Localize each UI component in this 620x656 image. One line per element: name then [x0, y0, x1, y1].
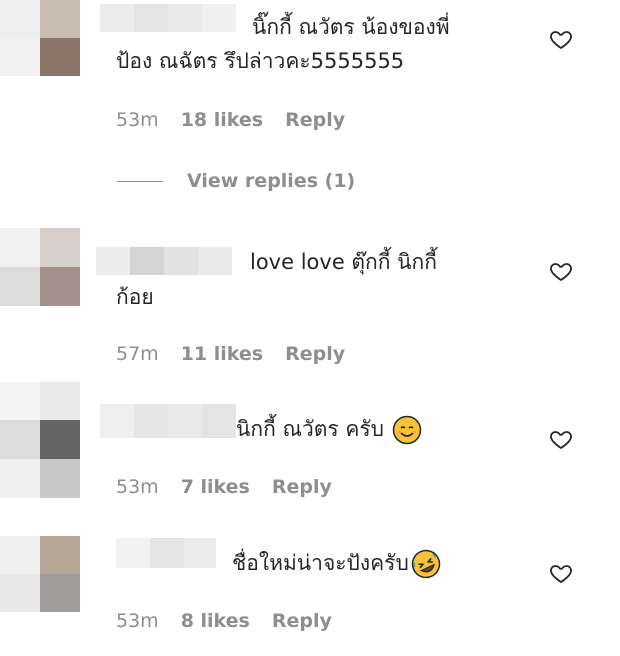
comment-text: ป้อง ณฉัตร รึปล่าวคะ5555555 [116, 49, 405, 73]
heart-icon[interactable] [549, 561, 573, 585]
username-blurred[interactable] [100, 404, 236, 438]
comment-text: ก้อย [116, 285, 154, 309]
comment-time: 53m [116, 109, 159, 131]
avatar[interactable] [0, 228, 80, 306]
username-blurred[interactable] [100, 4, 236, 32]
comment-text: นิ๊กกี้ ณวัตร น้องของพี่ [252, 15, 450, 39]
username-blurred[interactable] [116, 538, 216, 568]
comment-text: นิกกี้ ณวัตร ครับ [236, 412, 422, 446]
comment-meta: 53m 18 likes Reply [116, 109, 345, 131]
comment-time: 57m [116, 343, 159, 365]
likes-count[interactable]: 8 likes [181, 610, 250, 632]
reply-button[interactable]: Reply [272, 476, 332, 498]
comment-meta: 53m 8 likes Reply [116, 610, 332, 632]
likes-count[interactable]: 7 likes [181, 476, 250, 498]
likes-count[interactable]: 11 likes [181, 343, 263, 365]
heart-icon[interactable] [549, 27, 573, 51]
avatar[interactable] [0, 536, 80, 612]
comment-text-label: ชื่อใหม่น่าจะปังครับ [232, 551, 409, 575]
comment-time: 53m [116, 610, 159, 632]
smiling-face-icon [392, 415, 422, 445]
comment-text: love love ตุ๊กกี้ นิกกี้ [250, 250, 437, 274]
divider-line [117, 180, 163, 182]
comment-meta: 53m 7 likes Reply [116, 476, 332, 498]
heart-icon[interactable] [549, 259, 573, 283]
avatar[interactable] [0, 382, 80, 498]
view-replies-button[interactable]: View replies (1) [117, 170, 355, 192]
avatar[interactable] [0, 0, 80, 76]
username-blurred[interactable] [96, 247, 232, 275]
heart-icon[interactable] [549, 427, 573, 451]
comment-time: 53m [116, 476, 159, 498]
reply-button[interactable]: Reply [272, 610, 332, 632]
comment-meta: 57m 11 likes Reply [116, 343, 345, 365]
comment-text: ชื่อใหม่น่าจะปังครับ [232, 546, 441, 580]
rolling-laughing-icon [411, 549, 441, 579]
likes-count[interactable]: 18 likes [181, 109, 263, 131]
reply-button[interactable]: Reply [285, 109, 345, 131]
comment-text-label: นิกกี้ ณวัตร ครับ [236, 417, 384, 441]
view-replies-label[interactable]: View replies (1) [187, 170, 355, 192]
reply-button[interactable]: Reply [285, 343, 345, 365]
